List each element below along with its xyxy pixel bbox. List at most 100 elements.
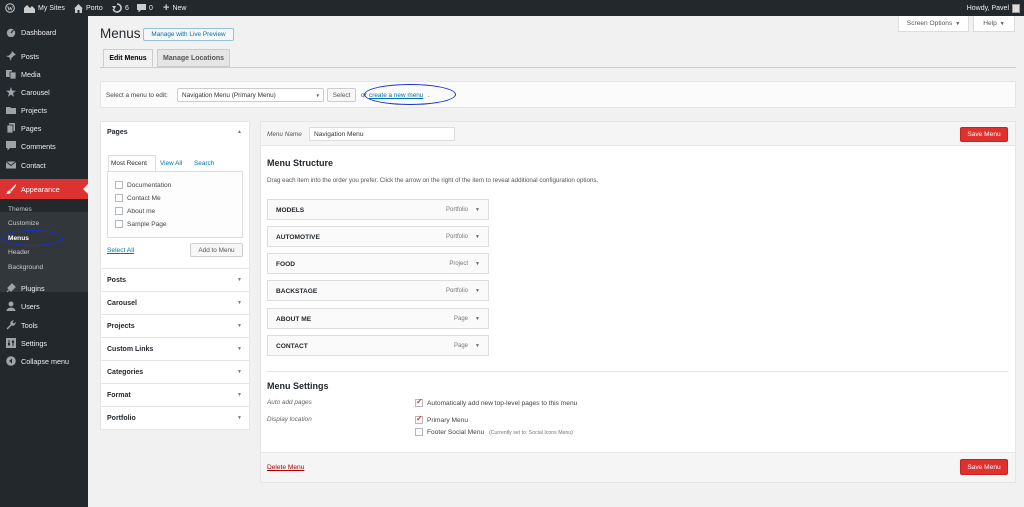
submenu-item-customize[interactable]: Customize bbox=[8, 220, 39, 227]
accordion-carousel[interactable]: Carousel ▼ bbox=[100, 291, 250, 314]
menu-item-title: BACKSTAGE bbox=[276, 288, 318, 295]
menu-item[interactable]: AUTOMOTIVE Portfolio ▼ bbox=[267, 226, 489, 247]
screen-options-button[interactable]: Screen Options ▼ bbox=[898, 16, 969, 32]
menu-item[interactable]: CONTACT Page ▼ bbox=[267, 335, 489, 356]
delete-menu-link[interactable]: Delete Menu bbox=[267, 464, 304, 471]
accordion-title: Categories bbox=[107, 369, 144, 376]
sidebar-item-tools[interactable]: Tools bbox=[0, 316, 88, 334]
page-title: Menus bbox=[100, 26, 141, 41]
page-checkbox[interactable] bbox=[115, 207, 123, 215]
help-label: Help bbox=[983, 20, 997, 27]
updates-icon bbox=[112, 3, 122, 13]
users-icon bbox=[6, 301, 16, 311]
chevron-down-icon[interactable]: ▼ bbox=[475, 207, 480, 213]
create-menu-annotation-ellipse bbox=[364, 84, 456, 105]
updates-menu[interactable]: 6 bbox=[112, 0, 129, 16]
page-option-label: Sample Page bbox=[127, 221, 167, 228]
tab-manage-locations[interactable]: Manage Locations bbox=[157, 49, 230, 67]
sidebar-item-pages[interactable]: Pages bbox=[0, 119, 88, 137]
collapse-menu-button[interactable]: Collapse menu bbox=[0, 352, 88, 370]
accordion-portfolio[interactable]: Portfolio ▼ bbox=[100, 406, 250, 429]
folder-icon bbox=[6, 107, 16, 114]
tabs-divider bbox=[100, 67, 1016, 68]
footer-social-menu-checkbox[interactable] bbox=[415, 428, 423, 436]
add-to-menu-button[interactable]: Add to Menu bbox=[190, 243, 243, 257]
menu-item[interactable]: MODELS Portfolio ▼ bbox=[267, 199, 489, 220]
live-preview-button[interactable]: Manage with Live Preview bbox=[143, 28, 234, 41]
accordion-custom-links[interactable]: Custom Links ▼ bbox=[100, 337, 250, 360]
menu-item-title: CONTACT bbox=[276, 343, 308, 350]
sidebar-item-dashboard[interactable]: Dashboard bbox=[0, 23, 88, 41]
menu-footer bbox=[261, 452, 1015, 482]
settings-icon bbox=[6, 338, 16, 348]
menu-name-input[interactable]: Navigation Menu bbox=[309, 127, 455, 141]
sidebar-item-settings[interactable]: Settings bbox=[0, 334, 88, 352]
menu-item[interactable]: FOOD Project ▼ bbox=[267, 253, 489, 274]
submenu-item-header[interactable]: Header bbox=[8, 249, 30, 256]
accordion-posts[interactable]: Posts ▼ bbox=[100, 268, 250, 291]
sidebar-item-label: Appearance bbox=[21, 185, 60, 194]
sidebar-item-appearance[interactable]: Appearance bbox=[0, 179, 88, 199]
menu-item[interactable]: ABOUT ME Page ▼ bbox=[267, 308, 489, 329]
chevron-down-icon[interactable]: ▼ bbox=[475, 316, 480, 322]
tab-search[interactable]: Search bbox=[194, 160, 214, 167]
pages-checklist: Documentation Contact Me About me Sample… bbox=[107, 171, 243, 238]
sidebar-item-plugins[interactable]: Plugins bbox=[0, 279, 88, 297]
sidebar-item-label: Collapse menu bbox=[21, 357, 69, 366]
menu-select-dropdown[interactable]: Navigation Menu (Primary Menu) ▼ bbox=[177, 88, 324, 102]
accordion-projects[interactable]: Projects ▼ bbox=[100, 314, 250, 337]
chevron-down-icon[interactable]: ▼ bbox=[475, 234, 480, 240]
sidebar-item-contact[interactable]: Contact bbox=[0, 156, 88, 174]
accordion-format[interactable]: Format ▼ bbox=[100, 383, 250, 406]
account-menu[interactable]: Howdy, Pavel bbox=[967, 0, 1020, 16]
save-menu-button-top[interactable]: Save Menu bbox=[960, 127, 1008, 142]
chevron-down-icon[interactable]: ▼ bbox=[475, 343, 480, 349]
select-all-link[interactable]: Select All bbox=[107, 247, 134, 254]
chevron-down-icon[interactable]: ▼ bbox=[475, 261, 480, 267]
menu-structure-description: Drag each item into the order you prefer… bbox=[267, 177, 599, 184]
footer-social-menu-label: Footer Social Menu bbox=[427, 429, 485, 436]
site-name-menu[interactable]: Porto bbox=[74, 0, 103, 16]
sidebar-item-media[interactable]: Media bbox=[0, 65, 88, 83]
current-indicator bbox=[83, 184, 88, 194]
wordpress-logo-icon[interactable]: W bbox=[5, 0, 15, 16]
sidebar-item-projects[interactable]: Projects bbox=[0, 101, 88, 119]
select-button[interactable]: Select bbox=[327, 88, 356, 102]
comments-count: 0 bbox=[149, 4, 153, 12]
chevron-down-icon: ▼ bbox=[237, 369, 242, 375]
new-content-menu[interactable]: + New bbox=[163, 0, 186, 16]
accordion-title: Posts bbox=[107, 277, 127, 284]
comment-bubble-icon bbox=[137, 3, 146, 12]
sidebar-item-carousel[interactable]: Carousel bbox=[0, 83, 88, 101]
admin-sidebar: Dashboard Posts Media Carousel Projects … bbox=[0, 16, 88, 507]
home-icon bbox=[74, 3, 83, 13]
wrench-icon bbox=[6, 320, 16, 330]
tab-edit-menus[interactable]: Edit Menus bbox=[103, 49, 153, 67]
sidebar-item-posts[interactable]: Posts bbox=[0, 47, 88, 65]
page-checkbox[interactable] bbox=[115, 181, 123, 189]
menu-name-value: Navigation Menu bbox=[314, 131, 364, 138]
chevron-down-icon: ▼ bbox=[237, 323, 242, 329]
tab-view-all[interactable]: View All bbox=[160, 160, 182, 167]
help-button[interactable]: Help ▼ bbox=[973, 16, 1015, 32]
primary-menu-checkbox[interactable] bbox=[415, 414, 423, 424]
comments-menu[interactable]: 0 bbox=[137, 0, 153, 16]
chevron-up-icon: ▲ bbox=[237, 129, 242, 135]
page-checkbox[interactable] bbox=[115, 194, 123, 202]
submenu-item-themes[interactable]: Themes bbox=[8, 206, 32, 213]
auto-add-checkbox[interactable] bbox=[415, 397, 423, 407]
menu-item[interactable]: BACKSTAGE Portfolio ▼ bbox=[267, 280, 489, 301]
save-menu-button-bottom[interactable]: Save Menu bbox=[960, 459, 1008, 475]
submenu-item-background[interactable]: Background bbox=[8, 264, 43, 271]
chevron-down-icon[interactable]: ▼ bbox=[475, 288, 480, 294]
howdy-label: Howdy, Pavel bbox=[966, 4, 1009, 12]
menu-item-title: ABOUT ME bbox=[276, 316, 312, 323]
sidebar-item-comments[interactable]: Comments bbox=[0, 137, 88, 155]
pages-accordion-header[interactable]: Pages ▲ bbox=[100, 121, 250, 145]
my-sites-menu[interactable]: My Sites bbox=[24, 0, 65, 16]
sidebar-item-users[interactable]: Users bbox=[0, 297, 88, 315]
new-label: New bbox=[172, 4, 187, 12]
accordion-categories[interactable]: Categories ▼ bbox=[100, 360, 250, 383]
sidebar-item-label: Contact bbox=[21, 161, 46, 170]
page-checkbox[interactable] bbox=[115, 220, 123, 228]
